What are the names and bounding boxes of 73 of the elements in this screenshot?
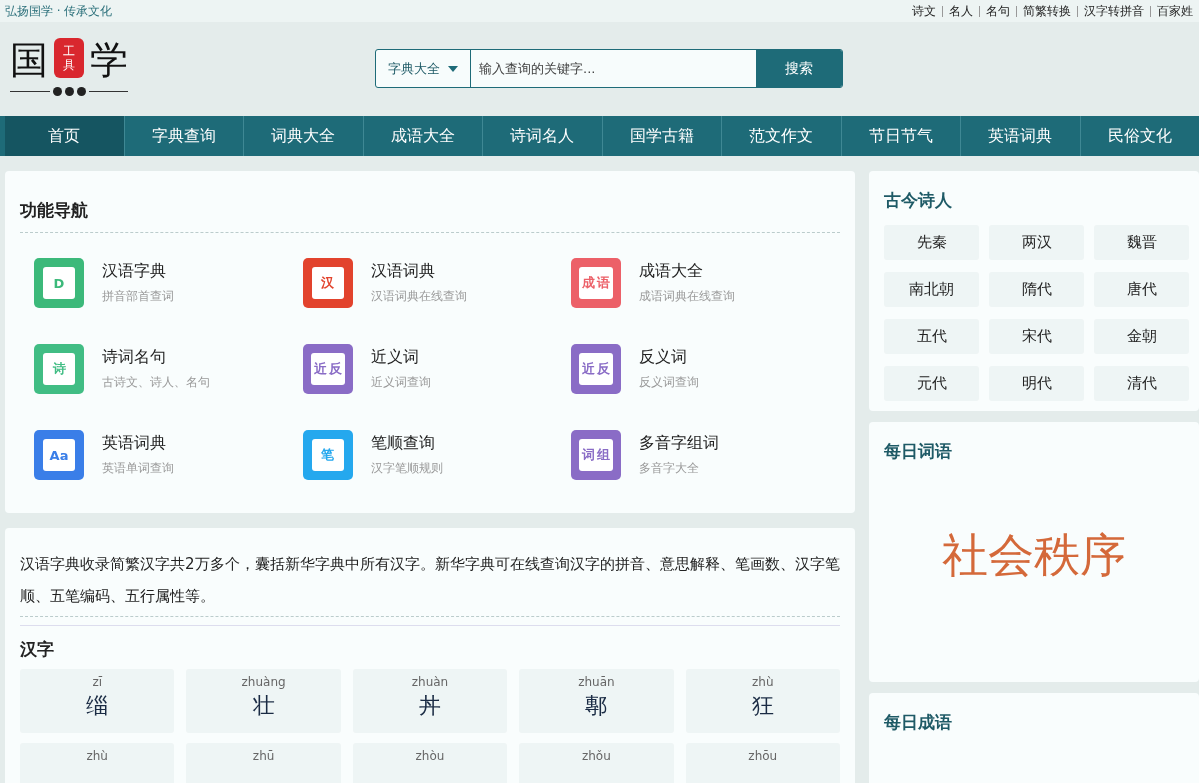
app-icon[interactable]: 近反: [302, 344, 353, 394]
nav-tab[interactable]: 字典查询: [124, 116, 244, 156]
search-bar[interactable]: 字典大全 输入查询的关键字... 搜索: [375, 49, 843, 88]
hanzi-card[interactable]: zhōu: [685, 743, 840, 783]
section-title: 汉字: [20, 625, 840, 661]
dynasty-button[interactable]: 宋代: [989, 319, 1084, 354]
hanzi-card[interactable]: zhū: [186, 743, 341, 783]
feature-subtitle: 多音字大全: [639, 460, 701, 477]
app-icon[interactable]: 近反: [571, 344, 622, 394]
hanzi-card[interactable]: zhù: [20, 743, 175, 783]
section-title: 每日成语: [884, 711, 953, 734]
hanzi-card[interactable]: zī 缁: [20, 669, 175, 733]
top-link[interactable]: 百家姓: [1151, 2, 1199, 20]
top-link[interactable]: 汉字转拼音: [1078, 2, 1150, 20]
nav-tab[interactable]: 成语大全: [363, 116, 483, 156]
nav-tab[interactable]: 国学古籍: [602, 116, 722, 156]
top-link[interactable]: 名人: [943, 2, 979, 20]
nav-tab[interactable]: 首页: [5, 116, 125, 156]
feature-link[interactable]: 近义词: [370, 347, 431, 368]
dynasty-button[interactable]: 元代: [884, 366, 979, 401]
nav-tab[interactable]: 民俗文化: [1080, 116, 1199, 156]
caret-icon: [448, 65, 458, 72]
dynasty-button[interactable]: 明代: [989, 366, 1084, 401]
feature-subtitle: 古诗文、诗人、名句: [102, 374, 210, 391]
feature-link[interactable]: 反义词: [639, 347, 700, 368]
nav-tab[interactable]: 词典大全: [244, 116, 364, 156]
app-icon[interactable]: Aa: [34, 430, 84, 480]
search-button[interactable]: 搜索: [756, 50, 842, 87]
nav-tab[interactable]: 节日节气: [841, 116, 961, 156]
site-logo[interactable]: 国 工 具 学: [10, 38, 128, 100]
feature-link[interactable]: 多音字组词: [639, 433, 720, 454]
feature-link[interactable]: 成语大全: [639, 261, 736, 282]
dynasty-button[interactable]: 先秦: [884, 225, 979, 260]
site-slogan: 弘扬国学 · 传承文化: [5, 2, 113, 20]
feature-subtitle: 汉语词典在线查询: [370, 288, 467, 305]
nav-tab[interactable]: 范文作文: [722, 116, 842, 156]
hanzi-card[interactable]: zhǒu: [519, 743, 674, 783]
dynasty-button[interactable]: 南北朝: [884, 272, 979, 307]
top-link[interactable]: 简繁转换: [1017, 2, 1077, 20]
hanzi-card[interactable]: zhuān 鄟: [519, 669, 674, 733]
dynasty-button[interactable]: 金朝: [1094, 319, 1189, 354]
hanzi-card[interactable]: zhòu: [352, 743, 508, 783]
top-link[interactable]: 诗文: [906, 2, 942, 20]
section-title: 古今诗人: [884, 189, 953, 212]
feature-subtitle: 成语词典在线查询: [639, 288, 736, 305]
nav-tab[interactable]: 诗词名人: [483, 116, 603, 156]
dynasty-button[interactable]: 清代: [1094, 366, 1189, 401]
dynasty-button[interactable]: 魏晋: [1094, 225, 1189, 260]
feature-link[interactable]: 诗词名句: [102, 347, 210, 368]
app-icon[interactable]: 词 组: [571, 430, 622, 480]
app-icon[interactable]: 汉: [302, 258, 353, 308]
feature-subtitle: 拼音部首查词: [102, 288, 174, 305]
daily-word: 社会秩序: [941, 527, 1127, 584]
intro-text: 汉语字典收录简繁汉字共2万多个，囊括新华字典中所有汉字。新华字典可在线查询汉字的拼音、意思解释、笔画数、汉字笔顺、五笔编码、五行属性等。: [20, 548, 840, 617]
section-title: 功能导航: [20, 199, 840, 233]
feature-link[interactable]: 英语词典: [102, 433, 174, 454]
hanzi-card[interactable]: zhuàn 丼: [352, 669, 508, 733]
feature-link[interactable]: 汉语词典: [370, 261, 467, 282]
dynasty-button[interactable]: 唐代: [1094, 272, 1189, 307]
feature-link[interactable]: 汉语字典: [102, 261, 174, 282]
nav-tab[interactable]: 英语词典: [961, 116, 1081, 156]
dynasty-button[interactable]: 隋代: [989, 272, 1084, 307]
hanzi-card[interactable]: zhuàng 壮: [186, 669, 341, 733]
hanzi-card[interactable]: zhù 狂: [685, 669, 840, 733]
dynasty-button[interactable]: 五代: [884, 319, 979, 354]
feature-subtitle: 英语单词查询: [102, 460, 174, 477]
feature-subtitle: 汉字笔顺规则: [370, 460, 443, 477]
feature-link[interactable]: 笔顺查询: [370, 433, 443, 454]
top-link[interactable]: 名句: [980, 2, 1016, 20]
feature-subtitle: 反义词查询: [639, 374, 700, 391]
feature-subtitle: 近义词查询: [370, 374, 431, 391]
dynasty-button[interactable]: 两汉: [989, 225, 1084, 260]
section-title: 每日词语: [884, 440, 953, 463]
